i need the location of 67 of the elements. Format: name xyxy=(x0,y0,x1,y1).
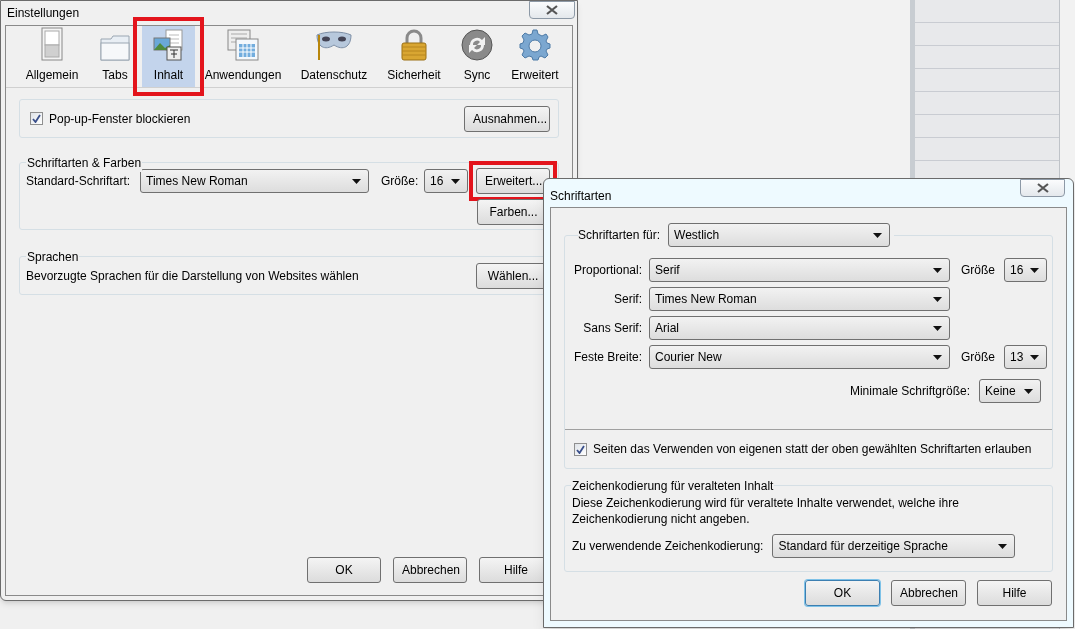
tab[interactable]: Inhalt xyxy=(142,26,195,87)
dropdown[interactable]: 16 xyxy=(424,169,468,193)
dropdown[interactable]: 16 xyxy=(1004,258,1047,282)
caret-icon xyxy=(1030,354,1039,360)
tab[interactable]: Datenschutz xyxy=(291,26,377,87)
caret-icon xyxy=(1024,388,1033,394)
window-title: Schriftarten xyxy=(550,188,612,205)
dropdown[interactable]: Serif xyxy=(649,258,950,282)
gear-icon xyxy=(519,29,551,61)
dropdown[interactable]: Times New Roman xyxy=(140,169,369,193)
caret-icon xyxy=(1030,267,1039,273)
caret-icon xyxy=(451,178,460,184)
tab[interactable]: Sicherheit xyxy=(379,26,449,87)
field-label: Größe: xyxy=(381,173,420,190)
field-label: Minimale Schriftgröße: xyxy=(849,383,970,400)
caret-icon xyxy=(998,543,1008,549)
dropdown[interactable]: Times New Roman xyxy=(649,287,950,311)
caret-icon xyxy=(933,354,942,360)
tab[interactable]: Anwendungen xyxy=(197,26,289,87)
folder-icon xyxy=(100,35,130,61)
field-label: Serif: xyxy=(613,291,642,308)
dropdown[interactable]: Keine xyxy=(979,379,1041,403)
field-label: Zu verwendende Zeichenkodierung: xyxy=(572,538,764,555)
picture-document-icon xyxy=(152,29,185,61)
dropdown[interactable]: Arial xyxy=(649,316,950,340)
field-label: Schriftarten für: xyxy=(578,227,661,244)
windows-icon xyxy=(227,29,259,61)
mask-icon xyxy=(315,29,353,61)
checkbox-label: Seiten das Verwenden von eigenen statt der oben gewählten Schriftarten erlauben xyxy=(593,441,1032,458)
caret-icon xyxy=(933,267,942,273)
dropdown[interactable]: Courier New xyxy=(649,345,950,369)
caret-icon xyxy=(873,232,883,238)
sync-icon xyxy=(461,29,493,61)
button[interactable]: OK xyxy=(805,580,880,606)
caret-icon xyxy=(933,296,942,302)
button[interactable]: Abbrechen xyxy=(891,580,966,606)
dropdown[interactable]: Standard für derzeitige Sprache xyxy=(772,534,1016,558)
close-button[interactable] xyxy=(529,1,575,19)
checkbox-label: Pop-up-Fenster blockieren xyxy=(49,110,191,128)
button[interactable]: Abbrechen xyxy=(393,557,467,583)
button[interactable]: Ausnahmen... xyxy=(464,105,550,132)
field-label: Feste Breite: xyxy=(572,349,642,366)
tab[interactable]: Allgemein xyxy=(16,26,88,87)
field-label: Standard-Schriftart: xyxy=(26,173,132,190)
button[interactable]: Hilfe xyxy=(977,580,1052,606)
caret-icon xyxy=(933,325,942,331)
field-label: Größe xyxy=(961,349,996,366)
button[interactable]: Erweitert... xyxy=(476,168,550,194)
tab[interactable]: Tabs xyxy=(90,26,140,87)
padlock-icon xyxy=(400,29,428,61)
dropdown[interactable]: Westlich xyxy=(668,223,891,247)
window-title: Einstellungen xyxy=(7,5,80,22)
checkbox[interactable] xyxy=(574,442,587,456)
close-icon xyxy=(546,5,558,15)
close-button[interactable] xyxy=(1020,179,1065,197)
field-label: Größe xyxy=(961,262,996,279)
close-icon xyxy=(1036,183,1049,193)
checkbox[interactable] xyxy=(30,112,43,125)
description-text: Bevorzugte Sprachen für die Darstellung von Websites wählen xyxy=(26,267,359,285)
dropdown[interactable]: 13 xyxy=(1004,345,1047,369)
field-label: Proportional: xyxy=(572,262,642,279)
tab[interactable]: Sync xyxy=(451,26,503,87)
description-text: Diese Zeichenkodierung wird für veraltete Inhalte verwendet, welche ihre Zeichenkodierung nicht angeben. xyxy=(572,495,960,527)
button[interactable]: OK xyxy=(307,557,381,583)
caret-icon xyxy=(352,178,361,184)
field-label: Sans Serif: xyxy=(582,320,642,337)
tab[interactable]: Erweitert xyxy=(505,26,565,87)
